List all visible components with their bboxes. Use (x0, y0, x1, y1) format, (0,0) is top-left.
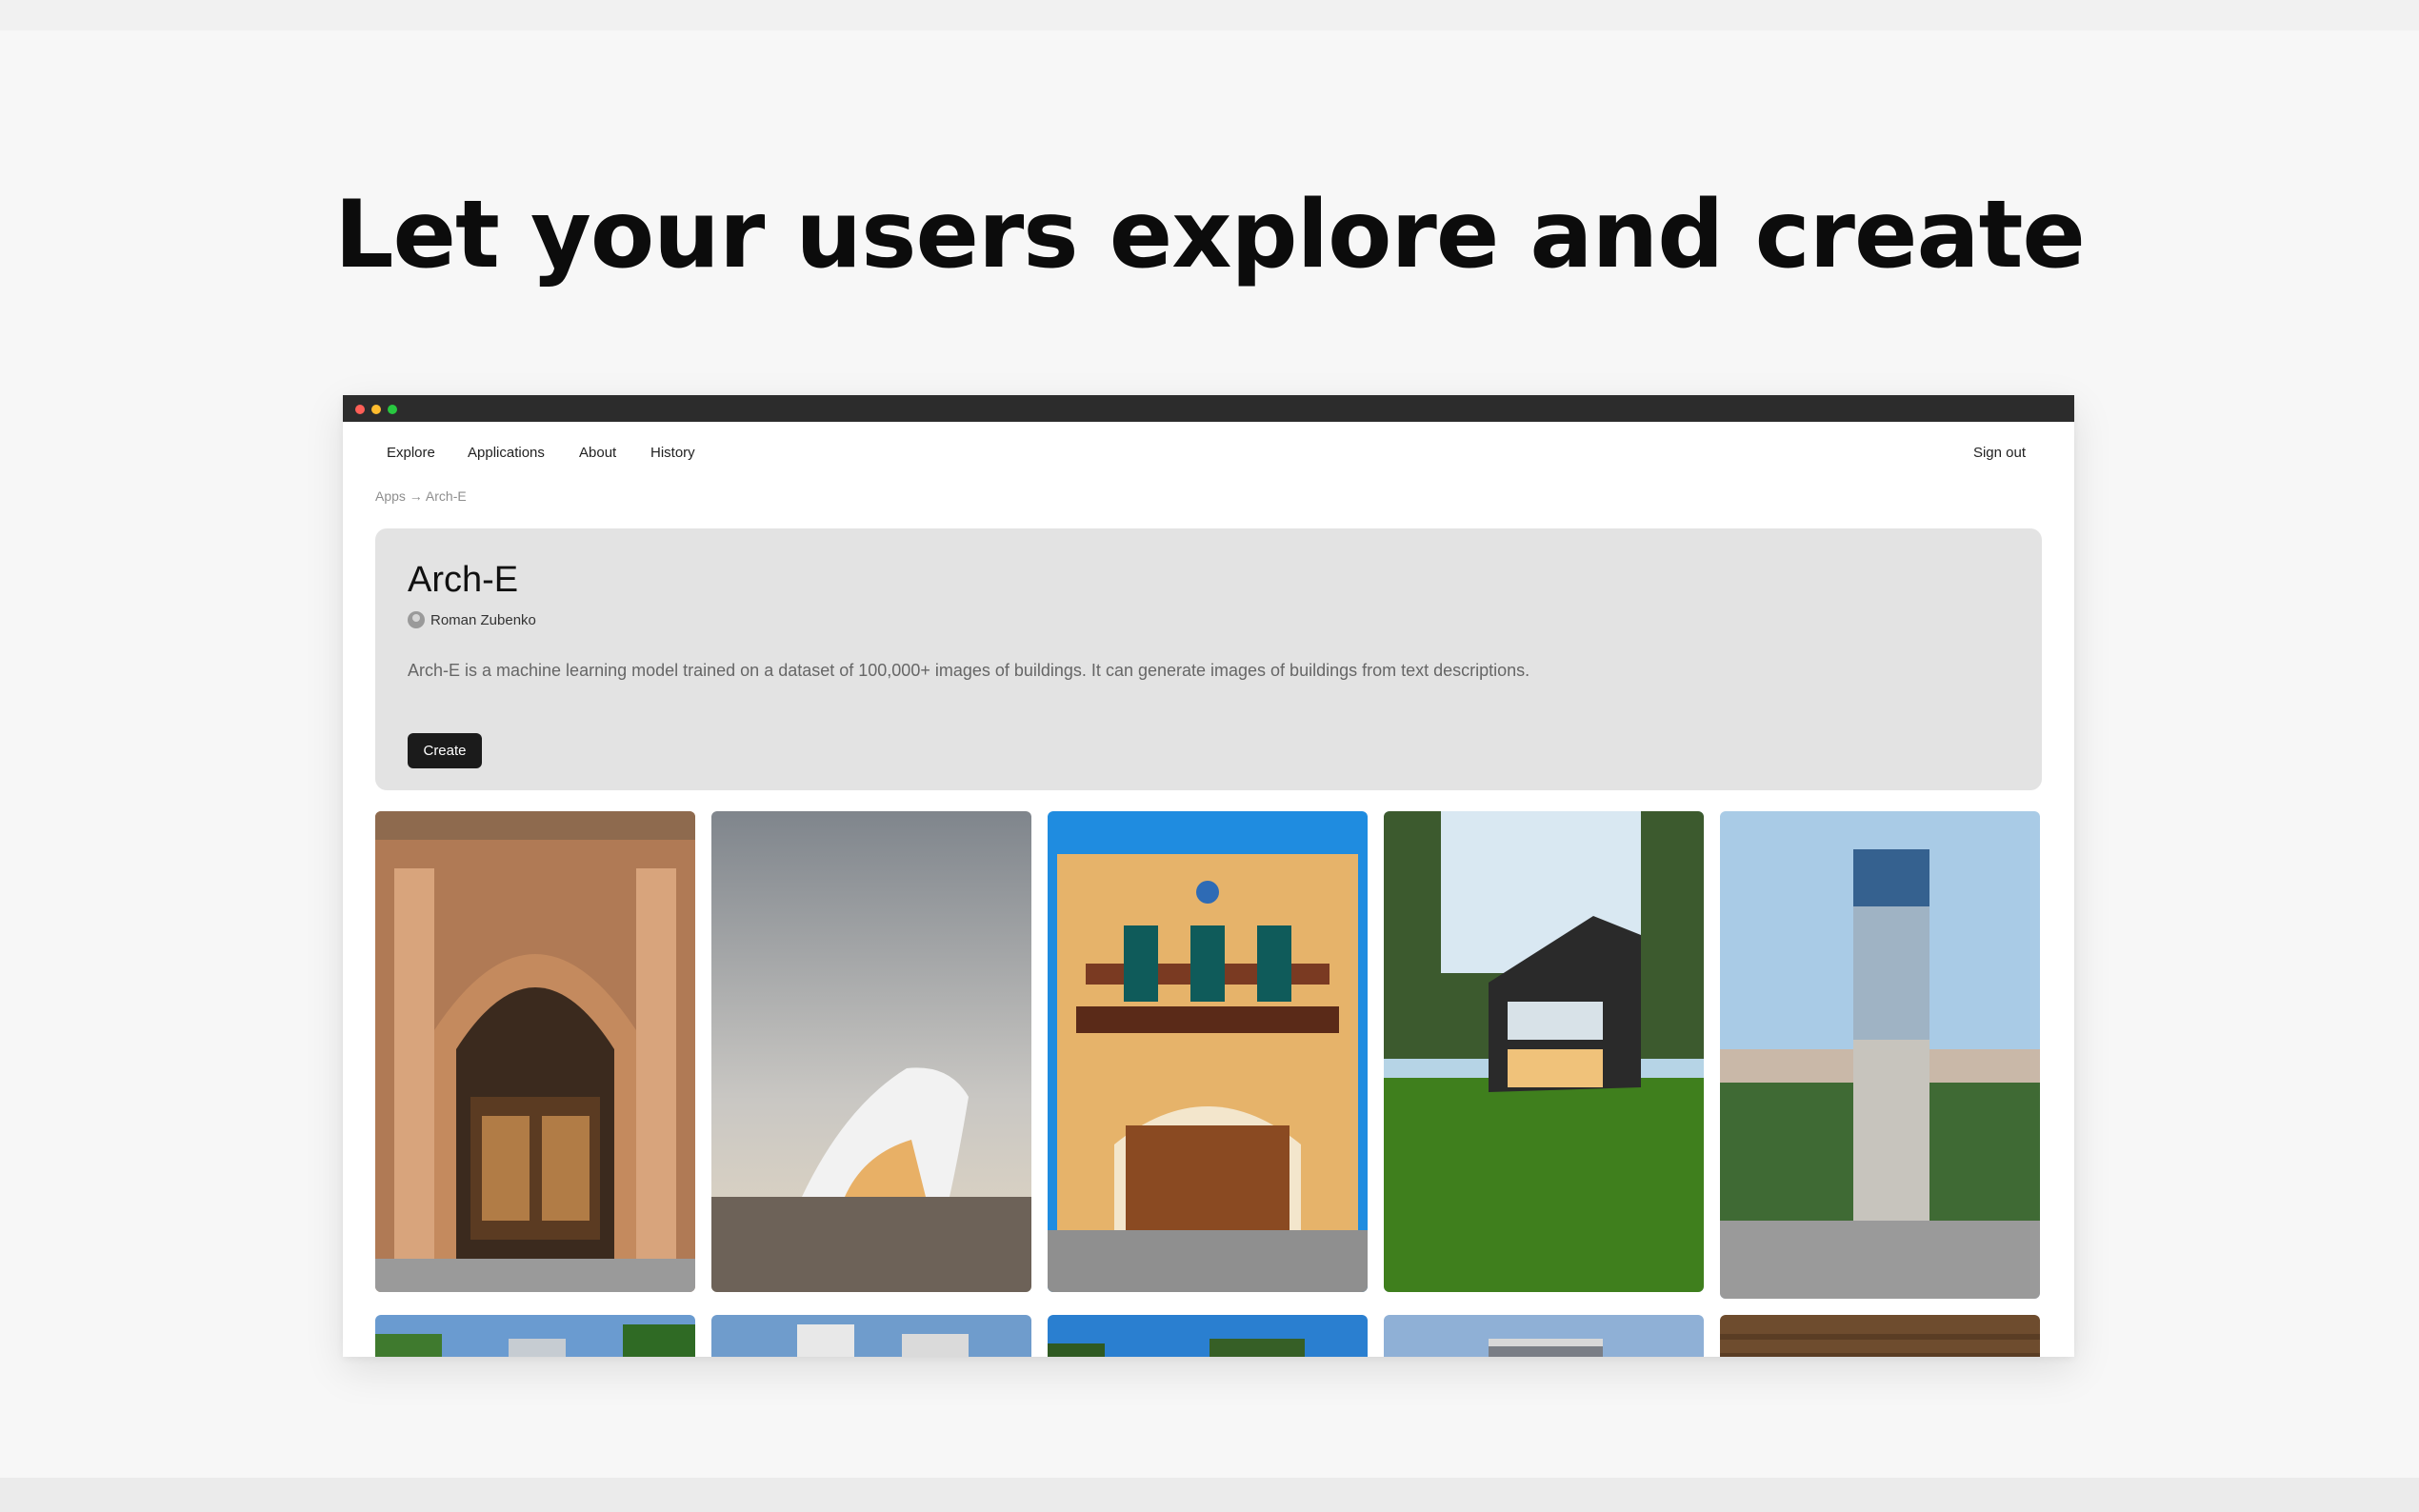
author-row[interactable]: Roman Zubenko (408, 608, 536, 631)
gallery-image-row2-5[interactable] (1720, 1315, 2040, 1357)
minimize-window-dot[interactable] (371, 405, 381, 414)
gallery-image-row2-2[interactable] (711, 1315, 1031, 1357)
breadcrumb[interactable]: Apps → Arch-E (375, 488, 467, 504)
create-button[interactable]: Create (408, 733, 482, 768)
nav-applications[interactable]: Applications (468, 445, 545, 461)
maximize-window-dot[interactable] (388, 405, 397, 414)
gallery-image-row2-4[interactable] (1384, 1315, 1704, 1357)
gallery-image-colonial-facade[interactable] (1048, 811, 1368, 1292)
author-name: Roman Zubenko (430, 611, 536, 628)
gallery-image-white-curve[interactable] (711, 811, 1031, 1292)
page-headline: Let your users explore and create (334, 181, 2086, 289)
gallery-image-skyscraper[interactable] (1720, 811, 2040, 1299)
close-window-dot[interactable] (355, 405, 365, 414)
app-info-card: Arch-E Roman Zubenko Arch-E is a machine… (375, 528, 2042, 790)
page-bottom-band (0, 1478, 2419, 1512)
sign-out-link[interactable]: Sign out (1973, 445, 2026, 461)
nav-about[interactable]: About (579, 445, 616, 461)
window-titlebar (343, 395, 2074, 422)
nav-history[interactable]: History (650, 445, 695, 461)
gallery-image-ornate-arch[interactable] (375, 811, 695, 1292)
app-description: Arch-E is a machine learning model train… (408, 661, 1530, 680)
app-title: Arch-E (408, 560, 519, 600)
app-window: Explore Applications About History Sign … (343, 395, 2074, 1357)
page-top-band (0, 0, 2419, 30)
gallery-image-glass-house[interactable] (1384, 811, 1704, 1292)
gallery-image-row2-1[interactable] (375, 1315, 695, 1357)
top-nav: Explore Applications About History Sign … (343, 422, 2074, 479)
gallery-image-row2-3[interactable] (1048, 1315, 1368, 1357)
author-avatar (408, 611, 425, 628)
nav-explore[interactable]: Explore (387, 445, 435, 461)
